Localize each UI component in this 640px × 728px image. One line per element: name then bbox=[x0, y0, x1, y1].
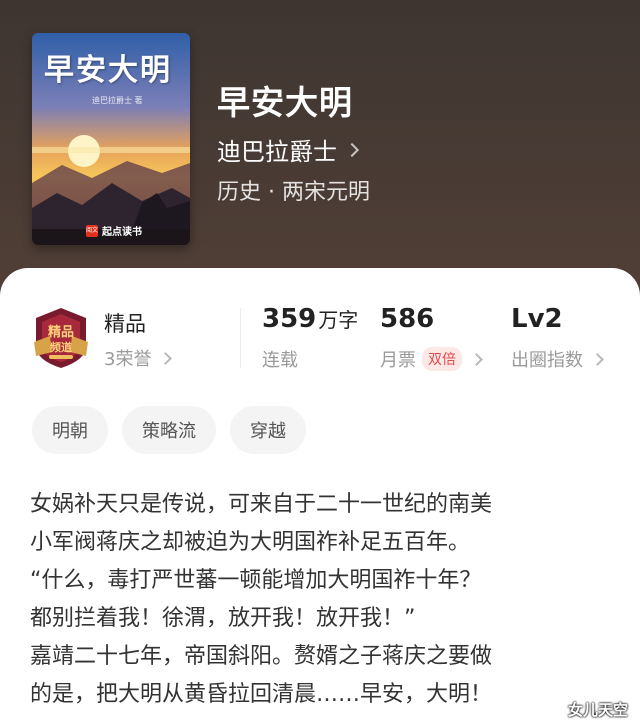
monthly-tickets-link[interactable]: 月票 双倍 bbox=[380, 346, 483, 372]
book-title: 早安大明 bbox=[217, 83, 353, 122]
tag-list: 明朝 策略流 穿越 bbox=[32, 406, 306, 454]
word-count-unit: 万字 bbox=[318, 308, 359, 332]
synopsis[interactable]: 女娲补天只是传说，可来自于二十一世纪的南美 小军阀蒋庆之却被迫为大明国祚补足五百… bbox=[30, 486, 620, 714]
watermark: 女儿天空 bbox=[567, 701, 628, 719]
author-name: 迪巴拉爵士 bbox=[217, 138, 337, 166]
cover-author: 迪巴拉爵士 著 bbox=[92, 96, 143, 105]
svg-text:频道: 频道 bbox=[50, 340, 72, 354]
book-category[interactable]: 历史 · 两宋元明 bbox=[217, 174, 370, 206]
publisher-name: 起点读书 bbox=[102, 227, 142, 238]
quality-label: 精品 bbox=[104, 312, 146, 336]
tag-chip[interactable]: 明朝 bbox=[32, 406, 108, 454]
word-count: 359 万字 bbox=[262, 304, 358, 334]
synopsis-line: 都别拦着我！徐渭，放开我！放开我！” bbox=[30, 606, 416, 631]
book-cover[interactable]: 早安大明 迪巴拉爵士 著 阅文 起点读书 bbox=[32, 33, 190, 245]
level-link[interactable]: 出圈指数 bbox=[511, 346, 604, 372]
book-header: 早安大明 迪巴拉爵士 著 阅文 起点读书 早安大明 迪巴拉爵士 历史 · 两宋元… bbox=[0, 0, 640, 290]
publisher-logo-icon: 阅文 bbox=[86, 224, 98, 237]
monthly-tickets-count: 586 bbox=[380, 304, 435, 334]
stats-divider bbox=[240, 308, 241, 368]
honors-link[interactable]: 3荣誉 bbox=[104, 345, 173, 371]
status-label: 连载 bbox=[262, 346, 298, 372]
synopsis-line: “什么，毒打严世蕃一顿能增加大明国祚十年？ bbox=[30, 568, 482, 593]
status-text: 连载 bbox=[262, 350, 298, 371]
monthly-tickets-label: 月票 bbox=[380, 350, 416, 371]
author-link[interactable]: 迪巴拉爵士 bbox=[217, 132, 360, 167]
synopsis-line: 嘉靖二十七年，帝国斜阳。赘婿之子蒋庆之要做 bbox=[30, 644, 493, 669]
quality-badge-icon[interactable]: 精品 频道 bbox=[30, 306, 92, 370]
chevron-right-icon bbox=[591, 352, 604, 366]
chevron-right-icon bbox=[344, 142, 360, 157]
tag-chip[interactable]: 穿越 bbox=[230, 406, 306, 454]
svg-text:精品: 精品 bbox=[48, 324, 74, 340]
synopsis-line: 女娲补天只是传说，可来自于二十一世纪的南美 bbox=[30, 492, 493, 517]
level-value: Lv2 bbox=[511, 304, 563, 334]
chevron-right-icon bbox=[159, 351, 173, 365]
honors-count: 3荣誉 bbox=[104, 349, 152, 370]
cover-publisher: 阅文 起点读书 bbox=[86, 223, 142, 238]
book-info-card: 精品 频道 精品 3荣誉 359 万字 连载 586 月票 双倍 Lv2 出圈指数… bbox=[0, 268, 640, 728]
tag-chip[interactable]: 策略流 bbox=[122, 406, 216, 454]
cover-title: 早安大明 bbox=[44, 53, 172, 88]
word-count-value: 359 bbox=[262, 304, 317, 334]
synopsis-line: 的是，把大明从黄昏拉回清晨……早安，大明！ bbox=[30, 682, 493, 707]
stats-row: 精品 频道 精品 3荣誉 359 万字 连载 586 月票 双倍 Lv2 出圈指数 bbox=[0, 268, 640, 378]
chevron-right-icon bbox=[470, 352, 483, 366]
double-badge: 双倍 bbox=[422, 347, 462, 371]
synopsis-line: 小军阀蒋庆之却被迫为大明国祚补足五百年。 bbox=[30, 530, 471, 555]
level-label: 出圈指数 bbox=[511, 350, 583, 371]
